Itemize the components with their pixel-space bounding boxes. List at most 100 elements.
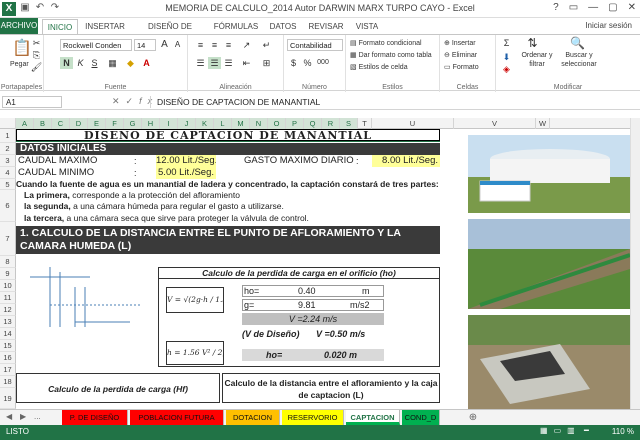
row-header[interactable]: 2 xyxy=(0,143,16,155)
gasto-maximo-label[interactable]: GASTO MAXIMO DIARIO xyxy=(244,155,354,167)
column-header[interactable]: U xyxy=(372,118,454,129)
column-header[interactable]: N xyxy=(250,118,268,129)
row-header[interactable]: 3 xyxy=(0,155,16,167)
paste-button[interactable]: Pegar xyxy=(10,61,29,68)
sort-filter-icon[interactable]: ⇅ xyxy=(526,37,539,49)
fill-icon[interactable]: ⬇ xyxy=(500,51,513,63)
format-cells-button[interactable]: ▭ Formato xyxy=(444,63,479,71)
row-header[interactable]: 13 xyxy=(0,316,16,328)
column-header[interactable]: I xyxy=(160,118,178,129)
column-header[interactable]: D xyxy=(70,118,88,129)
underline-button[interactable]: S xyxy=(88,57,101,69)
clear-icon[interactable]: ◈ xyxy=(500,63,513,75)
column-header[interactable]: O xyxy=(268,118,286,129)
align-center-icon[interactable]: ☰ xyxy=(208,57,221,69)
part-3-text[interactable]: la tercera, a una cámara seca que sirve … xyxy=(24,213,309,224)
close-button[interactable]: ✕ xyxy=(628,2,636,13)
align-left-icon[interactable]: ☰ xyxy=(194,57,207,69)
column-header[interactable]: Q xyxy=(304,118,322,129)
maximize-button[interactable]: ▢ xyxy=(608,2,617,13)
distance-table-title[interactable]: Calculo de la distancia entre el afloram… xyxy=(222,373,440,403)
row-header[interactable]: 5 xyxy=(0,179,16,190)
g-label[interactable]: g= xyxy=(244,299,254,311)
velocity-result[interactable]: V =2.24 m/s xyxy=(242,313,384,325)
grow-font-icon[interactable]: A xyxy=(158,39,171,51)
page-break-icon[interactable]: ▥ xyxy=(567,426,581,435)
g-value[interactable]: 9.81 xyxy=(298,299,316,311)
row-header[interactable]: 14 xyxy=(0,328,16,340)
name-box[interactable]: A1 xyxy=(2,96,62,108)
column-header[interactable]: W xyxy=(536,118,550,129)
intro-text[interactable]: Cuando la fuente de agua es un manantial… xyxy=(16,179,439,190)
v-design-label[interactable]: (V de Diseño) xyxy=(242,328,300,340)
cut-icon[interactable]: ✂ xyxy=(30,37,43,49)
row-header[interactable]: 11 xyxy=(0,292,16,304)
minimize-button[interactable]: — xyxy=(588,2,598,13)
sheet-more-left-button[interactable]: ... xyxy=(34,412,41,421)
thousands-button[interactable]: 000 xyxy=(315,57,331,69)
bold-button[interactable]: N xyxy=(60,57,73,69)
tab-insertar[interactable]: INSERTAR xyxy=(80,19,130,34)
row-header[interactable]: 18 xyxy=(0,376,16,388)
chamber-photo[interactable] xyxy=(468,315,630,409)
row-header[interactable]: 8 xyxy=(0,256,16,268)
cell-styles-button[interactable]: ▧ Estilos de celda xyxy=(350,63,408,71)
zoom-slider[interactable]: ━ xyxy=(584,426,589,435)
align-middle-icon[interactable]: ≡ xyxy=(208,39,221,51)
ho-result-label[interactable]: ho= xyxy=(266,349,282,361)
pipeline-photo[interactable] xyxy=(468,219,630,309)
tab-vista[interactable]: VISTA xyxy=(350,19,384,34)
sheet-tab[interactable]: RESERVORIO xyxy=(282,410,344,425)
row-header[interactable]: 1 xyxy=(0,129,16,143)
column-header[interactable]: C xyxy=(52,118,70,129)
delete-cells-button[interactable]: ⊖ Eliminar xyxy=(444,51,477,59)
formula-input[interactable]: DISEÑO DE CAPTACION DE MANANTIAL xyxy=(150,96,638,108)
caudal-maximo-label[interactable]: CAUDAL MAXIMO xyxy=(18,155,97,167)
conditional-format-button[interactable]: ▤ Formato condicional xyxy=(350,39,422,47)
indent-icon[interactable]: ⇤ xyxy=(240,57,253,69)
part-2-text[interactable]: la segunda, a una cámara húmeda para reg… xyxy=(24,201,284,212)
ho-value[interactable]: 0.40 xyxy=(298,285,316,297)
help-button[interactable]: ? xyxy=(553,2,559,13)
ho-label[interactable]: ho= xyxy=(244,285,259,297)
sheet-tab[interactable]: CAPTACION xyxy=(346,410,400,425)
column-header[interactable]: J xyxy=(178,118,196,129)
hf-table-title[interactable]: Calculo de la perdida de carga (Hf) xyxy=(16,373,220,403)
section-datos-iniciales[interactable]: DATOS INICIALES xyxy=(16,143,440,155)
row-header[interactable]: 7 xyxy=(0,222,16,256)
row-header[interactable]: 19 xyxy=(0,388,16,409)
shrink-font-icon[interactable]: A xyxy=(171,39,184,51)
caudal-maximo-value[interactable]: 12.00 Lit./Seg. xyxy=(156,155,216,167)
row-header[interactable]: 6 xyxy=(0,190,16,222)
reservoir-photo[interactable] xyxy=(468,135,630,213)
sheet-tab[interactable]: COND_D xyxy=(402,410,440,425)
normal-view-icon[interactable]: ▦ xyxy=(540,426,554,435)
tab-diseno-pagina[interactable]: DISEÑO DE PÁGINA xyxy=(132,19,208,46)
paste-icon[interactable]: 📋 xyxy=(12,39,32,59)
confirm-entry-icon[interactable]: ✓ xyxy=(126,96,140,106)
copy-icon[interactable]: ⎘ xyxy=(30,49,43,61)
align-right-icon[interactable]: ☰ xyxy=(222,57,235,69)
format-as-table-button[interactable]: ▦ Dar formato como tabla xyxy=(350,51,432,59)
column-header[interactable]: H xyxy=(142,118,160,129)
column-header[interactable]: B xyxy=(34,118,52,129)
italic-button[interactable]: K xyxy=(74,57,87,69)
ribbon-display-button[interactable]: ▭ xyxy=(569,2,578,13)
row-header[interactable]: 17 xyxy=(0,364,16,376)
row-header[interactable]: 15 xyxy=(0,340,16,352)
caudal-minimo-value[interactable]: 5.00 Lit./Seg. xyxy=(156,167,216,179)
cancel-entry-icon[interactable]: ✕ xyxy=(112,96,126,106)
row-header[interactable]: 12 xyxy=(0,304,16,316)
insert-cells-button[interactable]: ⊕ Insertar xyxy=(444,39,476,47)
tab-inicio[interactable]: INICIO xyxy=(42,19,78,34)
next-sheet-icon[interactable]: ▶ xyxy=(20,412,26,421)
align-bottom-icon[interactable]: ≡ xyxy=(222,39,235,51)
orifice-table-title[interactable]: Calculo de la perdida de carga en el ori… xyxy=(158,267,440,279)
worksheet-grid[interactable]: DISEÑO DE CAPTACION DE MANANTIAL DATOS I… xyxy=(16,129,440,409)
merge-center-icon[interactable]: ⊞ xyxy=(260,57,273,69)
column-header[interactable]: S xyxy=(340,118,358,129)
ho-unit[interactable]: m xyxy=(362,285,370,297)
font-color-icon[interactable]: A xyxy=(140,57,153,69)
column-header[interactable]: P xyxy=(286,118,304,129)
tab-revisar[interactable]: REVISAR xyxy=(304,19,348,34)
